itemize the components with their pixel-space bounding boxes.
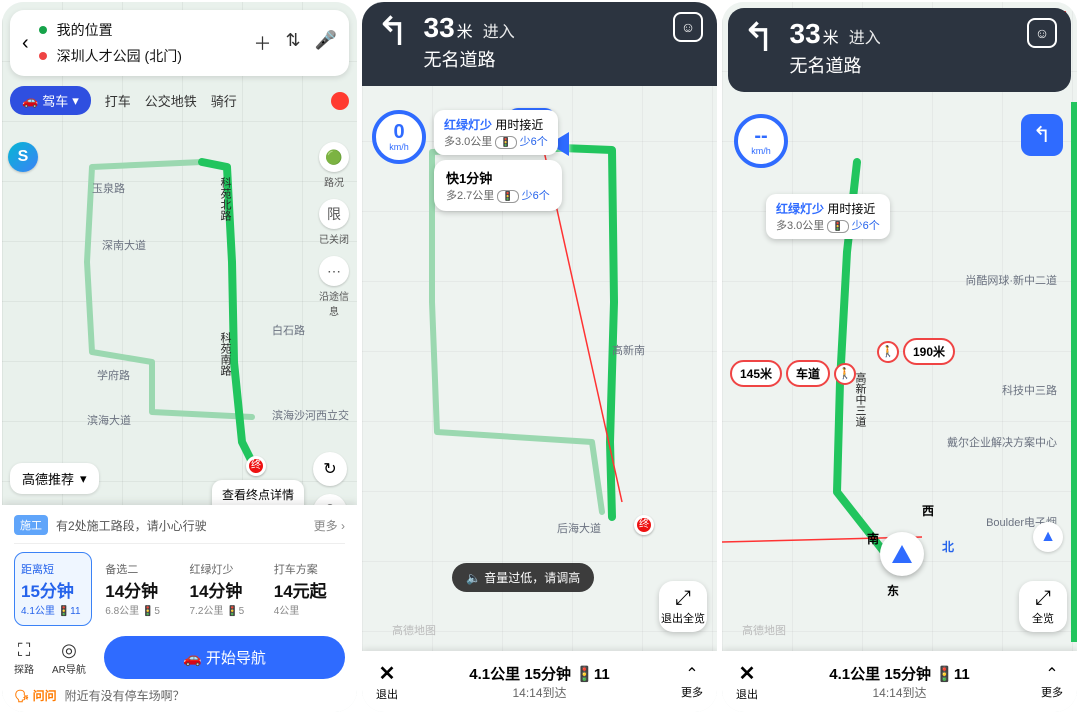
- alt-route-tip[interactable]: 红绿灯少 用时接近 多3.0公里 🚦 少6个: [766, 194, 890, 239]
- exit-nav-button[interactable]: ✕退出: [736, 661, 758, 702]
- assistant-icon[interactable]: ☺: [1027, 18, 1057, 48]
- assistant-prompt[interactable]: 🗣 问问 附近有没有停车场啊？: [14, 687, 345, 704]
- from-field[interactable]: 我的位置: [39, 20, 244, 40]
- ar-nav-button[interactable]: ◎AR导航: [52, 640, 86, 676]
- route-sheet: 施工 有2处施工路段，请小心行驶 更多 › 距离短15分钟4.1公里 🚦11 备…: [2, 505, 357, 712]
- route-option-3[interactable]: 红绿灯少14分钟7.2公里 🚦5: [183, 552, 261, 626]
- nav-road: 无名道路: [424, 46, 515, 72]
- street-label: 科技中三路: [1002, 382, 1057, 398]
- street-label: 滨海大道: [87, 412, 131, 428]
- layers-icon[interactable]: S: [8, 142, 38, 172]
- street-label: 深南大道: [102, 237, 146, 253]
- street-label: 滨海沙河西立交: [272, 407, 349, 423]
- mode-tabs: 🚗 驾车 ▾ 打车 公交地铁 骑行: [10, 86, 349, 115]
- nav-eta: 14:14到达: [398, 684, 681, 701]
- route-option-1[interactable]: 距离短15分钟4.1公里 🚦11: [14, 552, 92, 626]
- current-heading-icon: [880, 532, 924, 576]
- more-button[interactable]: ⌃更多: [681, 664, 703, 700]
- street-label: 高新中三道: [852, 372, 868, 427]
- street-label: 高新南: [612, 342, 645, 358]
- speedometer: --km/h: [734, 114, 788, 168]
- to-field[interactable]: 深圳人才公园 (北门): [39, 46, 244, 66]
- compass-w: 西: [922, 502, 934, 519]
- exit-nav-button[interactable]: ✕退出: [376, 661, 398, 702]
- compass-e: 东: [887, 582, 899, 599]
- nav-distance: 33: [424, 12, 455, 44]
- nav-header: ↰ 33米进入 无名道路 ☺: [728, 8, 1071, 92]
- overview-button[interactable]: ⤢全览: [1019, 581, 1067, 632]
- voice-icon[interactable]: 🎤: [315, 30, 337, 56]
- nav-header: ↰ 33米进入 无名道路 ☺: [362, 2, 717, 86]
- compass-s: 南: [867, 530, 879, 547]
- recenter-icon[interactable]: ▲: [1033, 522, 1063, 552]
- exit-overview-button[interactable]: ⤢退出全览: [659, 581, 707, 632]
- street-label: 学府路: [97, 367, 130, 383]
- compass-n: 北: [942, 538, 954, 555]
- nav-bottom-bar: ✕退出 4.1公里 15分钟 🚦1114:14到达 ⌃更多: [722, 651, 1077, 712]
- swap-icon[interactable]: ⇅: [285, 30, 300, 56]
- tab-taxi[interactable]: 打车: [105, 91, 131, 110]
- nav-summary: 4.1公里 15分钟 🚦11: [398, 663, 681, 684]
- endpoint-title: 查看终点详情: [222, 486, 294, 503]
- destination-pin[interactable]: 终: [634, 515, 654, 535]
- alt-route-tip-2[interactable]: 快1分钟 多2.7公里 🚦 少6个: [434, 160, 562, 211]
- add-waypoint-icon[interactable]: ＋: [253, 30, 271, 56]
- road-hazard-left: 145米 车道 🚶: [730, 360, 856, 387]
- speedometer: 0km/h: [372, 110, 426, 164]
- turn-left-icon: ↰: [742, 18, 776, 58]
- poi-label: 戴尔企业解决方案中心: [947, 434, 1057, 450]
- street-label: 科苑北路: [217, 177, 233, 221]
- nav-road: 无名道路: [790, 52, 881, 78]
- screen-navigation-following: 📡 卫星信号弱 ↰ 33米进入 无名道路 ☺ --km/h ↰ 红绿灯少 用时接…: [722, 2, 1077, 712]
- street-label: 科苑南路: [217, 332, 233, 376]
- next-turn-icon: ↰: [1021, 114, 1063, 156]
- tab-transit[interactable]: 公交地铁: [145, 91, 197, 110]
- start-navigation-button[interactable]: 🚗 开始导航: [104, 636, 345, 679]
- restriction-toggle[interactable]: 限已关闭: [317, 199, 351, 246]
- progress-bar: [1071, 102, 1077, 642]
- volume-toast: 🔈 音量过低，请调高: [452, 563, 594, 592]
- road-hazard-right: 🚶 190米: [877, 338, 955, 365]
- screen-navigation-overview: 终 高新南 后海大道 高德地图 ↰ 33米进入 无名道路 ☺ 0km/h ↑↰ …: [362, 2, 717, 712]
- alt-route-tip-1[interactable]: 红绿灯少 用时接近 多3.0公里 🚦 少6个: [434, 110, 558, 155]
- construction-notice[interactable]: 施工 有2处施工路段，请小心行驶 更多 ›: [14, 515, 345, 544]
- assistant-icon[interactable]: ☺: [673, 12, 703, 42]
- search-panel: ‹ 我的位置 深圳人才公园 (北门) ＋ ⇅ 🎤: [10, 10, 349, 76]
- more-button[interactable]: ⌃更多: [1041, 664, 1063, 700]
- notification-icon[interactable]: [331, 92, 349, 110]
- back-icon[interactable]: ‹: [22, 32, 29, 55]
- map-attribution: 高德地图: [392, 622, 436, 638]
- nav-distance: 33: [790, 18, 821, 50]
- route-option-2[interactable]: 备选二14分钟6.8公里 🚦5: [98, 552, 176, 626]
- nav-summary: 4.1公里 15分钟 🚦11: [758, 663, 1041, 684]
- turn-left-icon: ↰: [376, 12, 410, 52]
- nav-bottom-bar: ✕退出 4.1公里 15分钟 🚦1114:14到达 ⌃更多: [362, 651, 717, 712]
- tab-drive[interactable]: 🚗 驾车 ▾: [10, 86, 91, 115]
- screen-route-planning: 玉泉路 深南大道 学府路 滨海大道 白石路 滨海沙河西立交 科苑北路 科苑南路 …: [2, 2, 357, 712]
- street-label: 后海大道: [557, 520, 601, 536]
- tab-cycle[interactable]: 骑行: [211, 91, 237, 110]
- traffic-toggle[interactable]: 🟢路况: [317, 142, 351, 189]
- route-option-taxi[interactable]: 打车方案14元起4公里: [267, 552, 345, 626]
- route-info-button[interactable]: ⋯沿途信息: [317, 256, 351, 318]
- poi-label: 尚酷网球·新中二道: [965, 272, 1057, 288]
- map-attribution: 高德地图: [742, 622, 786, 638]
- destination-pin[interactable]: 终: [246, 456, 266, 476]
- strategy-selector[interactable]: 高德推荐▾: [10, 463, 99, 494]
- street-label: 玉泉路: [92, 180, 125, 196]
- explore-route-button[interactable]: ⛶探路: [14, 640, 34, 676]
- nav-eta: 14:14到达: [758, 684, 1041, 701]
- street-label: 白石路: [272, 322, 305, 338]
- refresh-icon[interactable]: ↻: [313, 452, 347, 486]
